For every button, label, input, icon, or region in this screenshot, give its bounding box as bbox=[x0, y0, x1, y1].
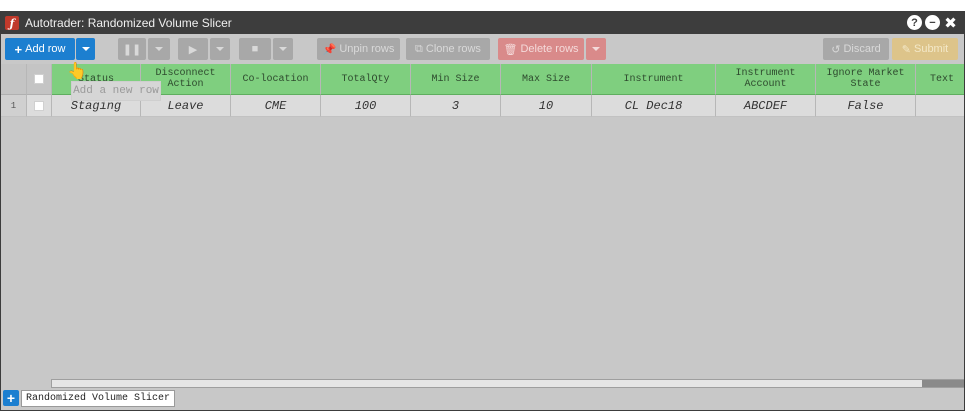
play-button[interactable]: ▶ bbox=[178, 38, 208, 60]
clone-rows-button[interactable]: ⧉ Clone rows bbox=[406, 38, 490, 60]
delete-rows-label: Delete rows bbox=[520, 43, 579, 55]
stop-button[interactable]: ■ bbox=[239, 38, 271, 60]
unpin-rows-button[interactable]: 📌 Unpin rows bbox=[317, 38, 400, 60]
horizontal-scrollbar[interactable] bbox=[51, 379, 964, 388]
chevron-down-icon bbox=[592, 47, 600, 51]
column-header-max-size[interactable]: Max Size bbox=[501, 64, 592, 95]
pencil-icon: ✎ bbox=[901, 43, 911, 56]
unpin-rows-label: Unpin rows bbox=[339, 43, 395, 55]
delete-rows-dropdown-button[interactable] bbox=[586, 38, 606, 60]
add-row-button[interactable]: + Add row bbox=[5, 38, 75, 60]
clone-icon: ⧉ bbox=[415, 42, 423, 55]
scrollbar-thumb[interactable] bbox=[922, 380, 964, 387]
pin-icon: 📌 bbox=[322, 43, 337, 56]
column-header-ignore-market-state[interactable]: Ignore Market State bbox=[816, 64, 916, 95]
column-header-total-qty[interactable]: TotalQty bbox=[321, 64, 411, 95]
row-number: 1 bbox=[1, 95, 27, 117]
co-location-cell[interactable]: CME bbox=[231, 95, 321, 117]
chevron-down-icon bbox=[216, 47, 224, 51]
app-logo-icon: ƒ bbox=[5, 16, 19, 30]
tab-randomized-volume-slicer[interactable]: Randomized Volume Slicer bbox=[21, 390, 176, 407]
pause-button[interactable]: ❚❚ bbox=[118, 38, 146, 60]
text-cell[interactable] bbox=[916, 95, 964, 117]
title-bar: ƒ Autotrader: Randomized Volume Slicer ?… bbox=[1, 12, 964, 34]
discard-label: Discard bbox=[843, 43, 881, 55]
play-icon: ▶ bbox=[188, 43, 198, 56]
stop-dropdown-button[interactable] bbox=[273, 38, 293, 60]
submit-label: Submit bbox=[913, 43, 949, 55]
row-select-checkbox[interactable] bbox=[34, 100, 44, 111]
window-title: Autotrader: Randomized Volume Slicer bbox=[25, 16, 232, 30]
help-icon[interactable]: ? bbox=[907, 15, 922, 30]
submit-button[interactable]: ✎ Submit bbox=[892, 38, 958, 60]
delete-rows-button[interactable]: 🗑 Delete rows bbox=[498, 38, 584, 60]
add-row-tooltip: Add a new row bbox=[71, 81, 161, 101]
column-header-min-size[interactable]: Min Size bbox=[411, 64, 501, 95]
min-size-cell[interactable]: 3 bbox=[411, 95, 501, 117]
toolbar: + Add row ❚❚ ▶ ■ 📌 Unpin rows ⧉ Clone ro… bbox=[1, 34, 964, 64]
discard-button[interactable]: ↺ Discard bbox=[823, 38, 889, 60]
instrument-cell[interactable]: CL Dec18 bbox=[592, 95, 716, 117]
chevron-down-icon bbox=[155, 47, 163, 51]
column-header-text[interactable]: Text bbox=[916, 64, 964, 95]
column-header-co-location[interactable]: Co-location bbox=[231, 64, 321, 95]
chevron-down-icon bbox=[81, 47, 90, 51]
pause-dropdown-button[interactable] bbox=[148, 38, 170, 60]
instrument-account-cell[interactable]: ABCDEF bbox=[716, 95, 816, 117]
plus-icon: + bbox=[14, 41, 23, 57]
add-row-dropdown-button[interactable] bbox=[76, 38, 95, 60]
trash-icon: 🗑 bbox=[503, 43, 518, 56]
row-number-header bbox=[1, 64, 27, 95]
add-row-label: Add row bbox=[25, 43, 66, 55]
hand-cursor-icon: 👆 bbox=[67, 63, 87, 80]
column-header-instrument[interactable]: Instrument bbox=[592, 64, 716, 95]
footer-tab-bar: + Randomized Volume Slicer bbox=[1, 388, 964, 410]
stop-icon: ■ bbox=[251, 43, 259, 55]
chevron-down-icon bbox=[279, 47, 287, 51]
play-dropdown-button[interactable] bbox=[210, 38, 230, 60]
row-select-cell[interactable] bbox=[27, 95, 52, 117]
autotrader-window: ƒ Autotrader: Randomized Volume Slicer ?… bbox=[0, 11, 965, 411]
minimize-icon[interactable]: − bbox=[925, 15, 940, 30]
total-qty-cell[interactable]: 100 bbox=[321, 95, 411, 117]
clone-rows-label: Clone rows bbox=[425, 43, 481, 55]
column-header-instrument-account[interactable]: Instrument Account bbox=[716, 64, 816, 95]
add-tab-button[interactable]: + bbox=[3, 390, 19, 406]
undo-icon: ↺ bbox=[831, 43, 841, 56]
ignore-market-state-cell[interactable]: False bbox=[816, 95, 916, 117]
max-size-cell[interactable]: 10 bbox=[501, 95, 592, 117]
close-icon[interactable]: ✖ bbox=[943, 15, 958, 32]
pause-icon: ❚❚ bbox=[122, 43, 142, 56]
select-all-header[interactable] bbox=[27, 64, 52, 95]
select-all-checkbox[interactable] bbox=[34, 74, 44, 84]
